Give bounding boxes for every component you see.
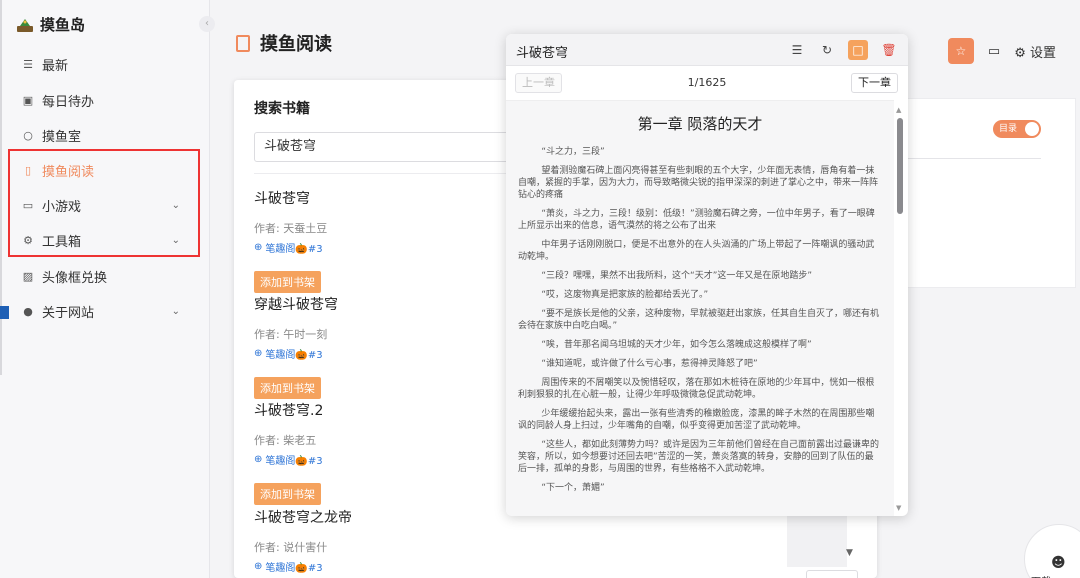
scroll-area[interactable] [787,515,847,567]
reader-book-title: 斗破苍穹 [516,46,569,61]
add-to-shelf-button[interactable]: 添加到书架 [254,483,321,505]
paragraph: 中年男子话刚刚脱口，便是不出意外的在人头汹涌的广场上带起了一阵嘲讽的骚动武动乾坤… [518,240,875,262]
catalog-toggle-label: 目录 [999,124,1018,134]
chapter-title: 第一章 陨落的天才 [637,115,763,133]
paragraph: “斗之力，三段” [541,147,605,157]
paragraph: 周围传来的不屑嘲笑以及惋惜轻叹，落在那如木桩待在原地的少年耳中，恍如一根根利刺狠… [518,378,875,400]
sidebar-item-chat-room[interactable]: ○ 摸鱼室 [14,120,194,150]
book-source: ⊕ 笔趣阁🎃#3 [254,559,524,574]
app-logo[interactable]: 摸鱼岛 [16,14,85,35]
paragraph: “唉，昔年那名闻乌坦城的天才少年，如今怎么落魄成这般模样了啊” [541,340,812,350]
chevron-down-icon: ⌄ [171,305,180,317]
book-source-label: 笔趣阁🎃#3 [265,244,323,255]
paragraph: “哎，这废物真是把家族的脸都给丢光了。” [541,290,709,300]
scrollbar-thumb[interactable] [897,118,903,214]
window-mode-icon[interactable]: □ [848,40,868,60]
sidebar-item-label: 摸鱼室 [42,129,82,145]
chapter-navigation: 上一章 1/1625 下一章 [506,70,908,98]
next-chapter-button[interactable]: 下一章 [851,73,898,93]
book-source-label: 笔趣阁🎃#3 [265,456,323,467]
globe-icon: ⊕ [254,348,263,359]
sidebar-item-daily-todo[interactable]: ▣ 每日待办 [14,85,194,115]
paragraph: “这些人，都如此刻薄势力吗？或许是因为三年前他们曾经在自己面前露出过最谦卑的笑容… [518,440,880,474]
settings-label: 设置 [1029,45,1056,61]
book-author: 作者: 天蚕土豆 [254,222,328,235]
list-icon: ☰ [23,57,33,71]
paragraph: “萧炎，斗之力，三段！级别：低级！”测验魔石碑之旁，一位中年男子，看了一眼碑上所… [518,209,875,231]
book-author: 作者: 说什害什 [254,541,328,554]
sidebar-item-label: 最新 [42,58,69,74]
paragraph: 少年缓缓抬起头来，露出一张有些清秀的稚嫩脸庞，漆黑的眸子木然的在周围那些嘲讽的同… [518,409,875,431]
monitor-icon[interactable]: ▭ [988,44,1000,59]
list-icon[interactable]: ☰ [788,41,806,59]
sidebar-item-latest[interactable]: ☰ 最新 [14,49,194,79]
reader-content[interactable]: 第一章 陨落的天才 “斗之力，三段” 望着测验魔石碑上面闪亮得甚至有些刺眼的五个… [506,100,894,516]
scroll-down-icon[interactable]: ▼ [896,504,901,512]
paragraph: “三段？嘿嘿，果然不出我所料，这个“天才”这一年又是在原地踏步” [541,271,813,281]
book-title[interactable]: 斗破苍穹.2 [254,400,524,420]
book-source: ⊕ 笔趣阁🎃#3 [254,240,524,255]
search-panel-title: 搜索书籍 [254,101,310,117]
delete-icon[interactable]: 🗑 [880,41,898,59]
floating-label: 下载 [1031,573,1051,578]
book-author: 作者: 午时一刻 [254,328,328,341]
settings-button[interactable]: ⚙ 设置 [1014,42,1056,61]
paragraph: “要不是族长是他的父亲，这种废物，早就被驱赶出家族，任其自生自灭了，哪还有机会待… [518,309,880,331]
sidebar-item-label: 每日待办 [42,94,95,110]
chat-icon: ○ [23,128,33,142]
paragraph: 望着测验魔石碑上面闪亮得甚至有些刺眼的五个大字，少年面无表情，唇角有着一抹自嘲，… [518,166,879,200]
reader-window: 斗破苍穹 ☰ ↻ □ 🗑 上一章 1/1625 下一章 第一章 陨落的天才 “斗… [506,34,908,516]
app-name: 摸鱼岛 [40,16,86,34]
sidebar-item-label: 头像框兑换 [42,270,108,286]
globe-icon: ⊕ [254,454,263,465]
book-title[interactable]: 斗破苍穹之龙帝 [254,507,524,527]
list-item: 斗破苍穹 作者: 天蚕土豆 ⊕ 笔趣阁🎃#3 添加到书架 [254,188,524,293]
sidebar-item-label: 关于网站 [42,305,95,321]
refresh-icon[interactable]: ↻ [818,41,836,59]
annotation-highlight-box [8,149,200,257]
list-item: 穿越斗破苍穹 作者: 午时一刻 ⊕ 笔趣阁🎃#3 添加到书架 [254,294,524,399]
list-item: 斗破苍穹之龙帝 作者: 说什害什 ⊕ 笔趣阁🎃#3 [254,507,524,574]
divider [906,158,1041,159]
page-indicator: 1/1625 [687,76,727,89]
side-edge-tab[interactable] [0,306,9,319]
github-icon: ● [23,304,33,318]
list-item: 斗破苍穹.2 作者: 柴老五 ⊕ 笔趣阁🎃#3 添加到书架 [254,400,524,505]
book-title[interactable]: 斗破苍穹 [254,188,524,208]
page-title-text: 摸鱼阅读 [260,34,332,55]
calendar-icon: ▣ [22,93,34,107]
book-source-label: 笔趣阁🎃#3 [265,563,323,574]
reader-scrollbar[interactable]: ▲ ▼ [896,106,904,512]
paragraph: “下一个，萧媚” [541,483,605,493]
sidebar-item-about[interactable]: ● 关于网站 ⌄ [14,296,194,326]
book-icon [236,34,250,52]
sidebar: 摸鱼岛 ‹ ☰ 最新 ▣ 每日待办 ○ 摸鱼室 ▯ 摸鱼阅读 ▭ 小游戏 ⌄ ⚙… [0,0,215,578]
book-author: 作者: 柴老五 [254,434,317,447]
avatar-icon: ☻ [1051,555,1066,571]
paragraph: “谁知道呢，或许做了什么亏心事，惹得神灵降怒了吧” [541,359,758,369]
image-icon: ▨ [22,269,34,283]
book-source: ⊕ 笔趣阁🎃#3 [254,346,524,361]
book-title[interactable]: 穿越斗破苍穹 [254,294,524,314]
catalog-toggle[interactable]: 目录 [993,120,1041,138]
settings-card [906,98,1076,288]
globe-icon: ⊕ [254,561,263,572]
globe-icon: ⊕ [254,242,263,253]
collapse-sidebar-button[interactable]: ‹ [199,16,215,32]
book-source: ⊕ 笔趣阁🎃#3 [254,452,524,467]
floating-avatar-button[interactable]: ☻ 下载 [1024,524,1080,578]
sidebar-item-avatar-frame[interactable]: ▨ 头像框兑换 [14,261,194,291]
star-icon[interactable]: ☆ [947,38,974,64]
scroll-up-icon[interactable]: ▲ [896,106,901,114]
add-to-shelf-button[interactable]: 添加到书架 [254,377,321,399]
fish-island-logo-icon [17,18,33,32]
add-to-shelf-button[interactable]: 添加到书架 [254,271,321,293]
chevron-down-icon[interactable]: ▼ [846,548,853,558]
pagination-button[interactable] [806,570,858,578]
reader-header: 斗破苍穹 ☰ ↻ □ 🗑 [506,34,908,66]
top-right-toolbar: ☆ ▭ ⚙ 设置 [947,38,1056,64]
book-source-label: 笔趣阁🎃#3 [265,350,323,361]
page-title: 摸鱼阅读 [236,30,332,56]
reader-toolbar: ☰ ↻ □ 🗑 [788,40,898,60]
